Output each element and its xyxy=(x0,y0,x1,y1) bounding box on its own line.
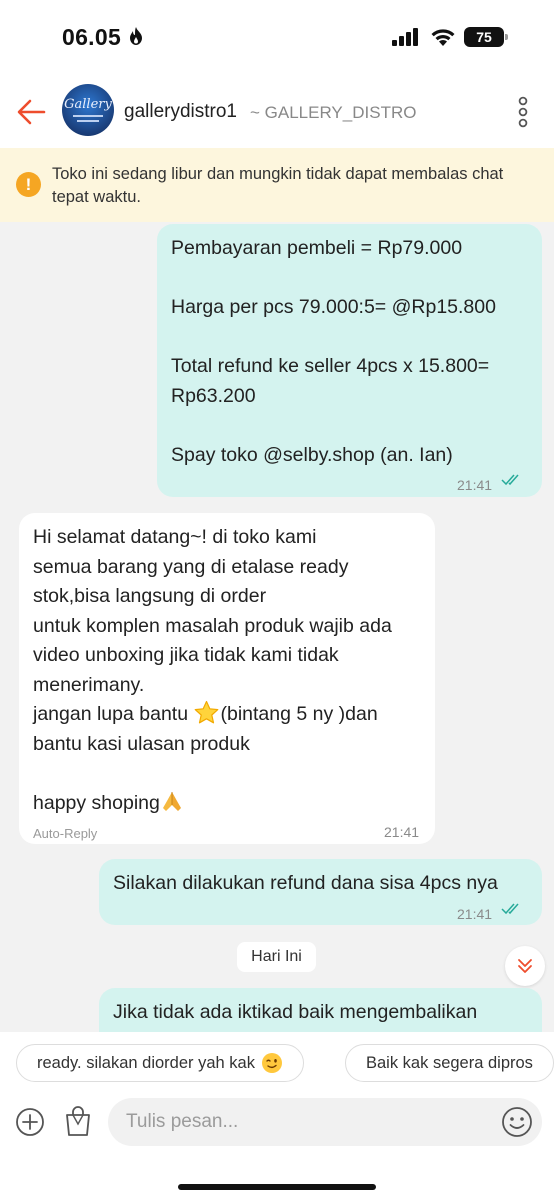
home-indicator xyxy=(178,1184,376,1190)
date-separator: Hari Ini xyxy=(237,942,316,972)
quick-reply-chip[interactable]: Baik kak segera dipros xyxy=(345,1044,554,1082)
message-text: Pembayaran pembeli = Rp79.000 Harga per … xyxy=(171,237,496,466)
wifi-icon xyxy=(431,29,455,46)
warning-icon: ! xyxy=(16,172,41,197)
auto-reply-label: Auto-Reply xyxy=(33,826,98,841)
quick-reply-chip[interactable]: ready. silakan diorder yah kak xyxy=(16,1044,304,1082)
double-chevron-down-icon xyxy=(518,959,532,973)
avatar-decoration xyxy=(73,114,103,117)
battery-level: 75 xyxy=(476,29,492,45)
read-receipt-icon xyxy=(501,903,519,915)
star-emoji-icon xyxy=(195,700,219,724)
message-time: 21:41 xyxy=(457,477,493,493)
message-text-part: Hi selamat datang~! di toko kami semua b… xyxy=(33,526,392,725)
message-text: Silakan dilakukan refund dana sisa 4pcs … xyxy=(113,872,498,894)
message-input[interactable] xyxy=(108,1098,542,1146)
avatar-decoration xyxy=(77,119,99,122)
quick-replies-bar: ready. silakan diorder yah kak Baik kak … xyxy=(0,1032,554,1094)
scroll-to-bottom-button[interactable] xyxy=(505,946,545,986)
emoji-icon[interactable] xyxy=(501,1106,533,1138)
status-time: 06.05 xyxy=(62,24,122,50)
message-text: Hi selamat datang~! di toko kami semua b… xyxy=(33,523,421,818)
signal-icon xyxy=(392,28,418,46)
message-time: 21:41 xyxy=(457,906,493,922)
avatar-logo-text: Gallery xyxy=(64,96,112,112)
folded-hands-emoji-icon xyxy=(162,791,181,811)
shop-username: ~ GALLERY_DISTRO xyxy=(250,103,417,122)
winking-face-emoji-icon xyxy=(261,1053,282,1073)
shop-name[interactable]: gallerydistro1 xyxy=(124,101,237,123)
message-bubble-outgoing[interactable]: Silakan dilakukan refund dana sisa 4pcs … xyxy=(99,859,542,925)
read-receipt-icon xyxy=(501,474,519,486)
message-text: Jika tidak ada iktikad baik mengembalika… xyxy=(113,1001,478,1023)
message-time: 21:41 xyxy=(384,824,420,840)
shop-avatar[interactable]: Gallery xyxy=(62,84,114,136)
shop-holiday-notice: ! Toko ini sedang libur dan mungkin tida… xyxy=(0,148,554,222)
more-options-icon[interactable] xyxy=(512,96,534,128)
notice-text: Toko ini sedang libur dan mungkin tidak … xyxy=(52,165,504,206)
chat-header: Gallery gallerydistro1 ~ GALLERY_DISTRO xyxy=(0,76,554,148)
shopping-bag-icon[interactable] xyxy=(63,1105,93,1137)
message-bubble-incoming[interactable]: Hi selamat datang~! di toko kami semua b… xyxy=(19,513,435,844)
flame-icon xyxy=(130,27,142,45)
quick-reply-text: Baik kak segera dipros xyxy=(366,1053,533,1072)
battery-icon: 75 xyxy=(464,27,508,47)
quick-reply-text: ready. silakan diorder yah kak xyxy=(37,1053,255,1072)
back-arrow-icon[interactable] xyxy=(14,94,50,130)
message-bubble-outgoing[interactable]: Pembayaran pembeli = Rp79.000 Harga per … xyxy=(157,224,542,497)
plus-icon[interactable] xyxy=(15,1107,45,1137)
message-input-bar xyxy=(0,1094,554,1200)
status-bar: 06.05 75 xyxy=(0,0,554,76)
